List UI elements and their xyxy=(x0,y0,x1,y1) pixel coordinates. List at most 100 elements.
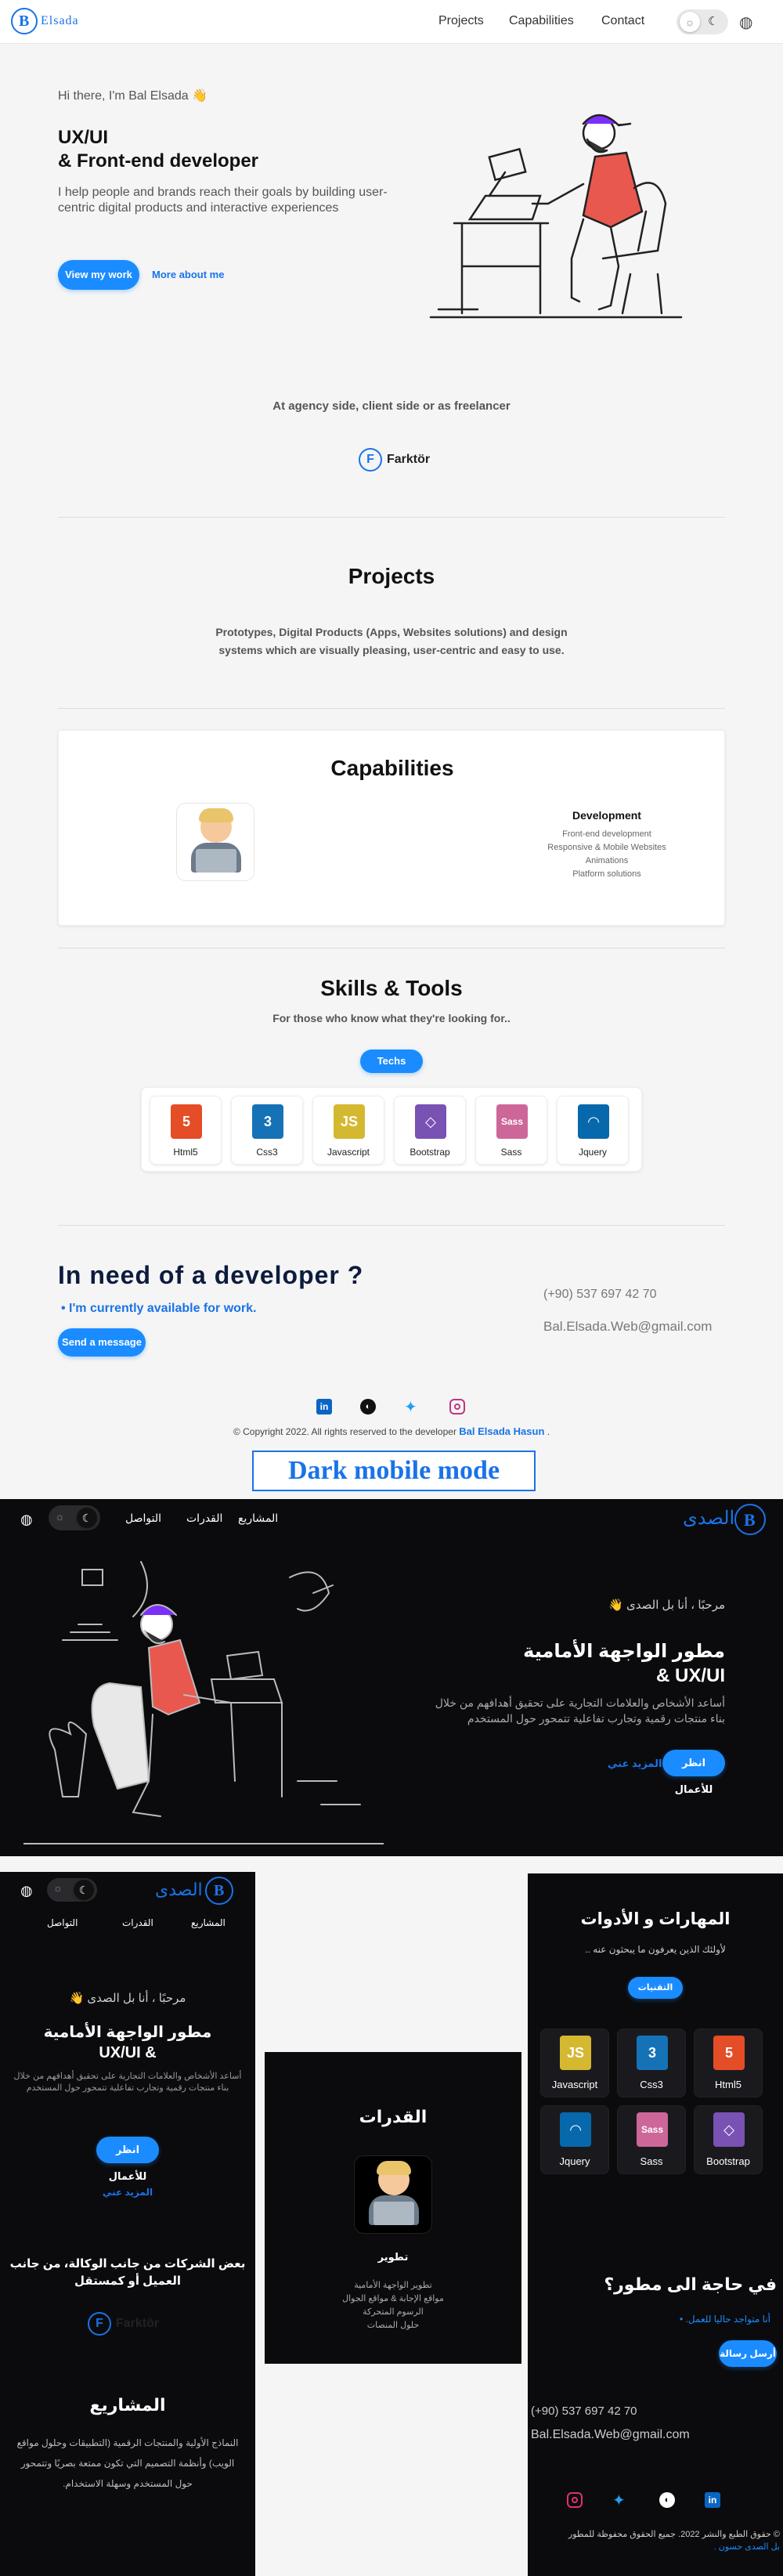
dark-mode-label: Dark mobile mode xyxy=(252,1451,536,1491)
theme-toggle[interactable]: ☼ ☾ xyxy=(47,1878,97,1902)
jquery-icon: ◠ xyxy=(560,2112,591,2147)
dark-mobile-preview-hero: ◍ ☼ ☾ الصدى B المشاريع القدرات التواصل م… xyxy=(0,1872,255,2576)
dark-mobile-preview-skills: المهارات و الأدوات لأولئك الذين يعرفون م… xyxy=(528,1873,783,2576)
author-link[interactable]: Bal Elsada Hasun xyxy=(459,1425,544,1437)
globe-icon[interactable]: ◍ xyxy=(739,13,752,32)
logo-icon[interactable]: B xyxy=(205,1877,233,1905)
github-icon[interactable]: ◐ xyxy=(360,1399,376,1414)
javascript-icon: JS xyxy=(560,2036,591,2070)
need-developer-ar: في حاجة الى مطور؟ xyxy=(604,2274,777,2294)
skills-heading-ar: المهارات و الأدوات xyxy=(580,1910,731,1928)
client-name: Farktör xyxy=(387,453,431,466)
email-address[interactable]: Bal.Elsada.Web@gmail.com xyxy=(531,2428,690,2442)
developer-illustration-dark xyxy=(23,1561,384,1844)
skills-subheading-ar: لأولئك الذين يعرفون ما يبحثون عنه .. xyxy=(585,1944,726,1955)
more-about-me-ar[interactable]: المزيد عني xyxy=(608,1758,662,1770)
twitter-icon[interactable]: ✦ xyxy=(404,1397,417,1417)
capability-item: Platform solutions xyxy=(572,869,641,879)
hero-title-2-ar: UX/UI & xyxy=(655,1665,725,1686)
projects-heading-ar: المشاريع xyxy=(89,2395,166,2415)
linkedin-icon[interactable]: in xyxy=(705,2492,720,2508)
bootstrap-icon: ◇ xyxy=(713,2112,745,2147)
tool-name: Javascript xyxy=(327,1147,370,1158)
send-message-button[interactable]: Send a message xyxy=(58,1328,146,1357)
moon-icon: ☾ xyxy=(77,1508,97,1528)
tool-name: Html5 xyxy=(173,1147,198,1158)
view-work-button[interactable]: View my work xyxy=(58,260,139,290)
brand-name[interactable]: Elsada xyxy=(41,14,79,28)
view-work-button-ar[interactable]: انظر للأعمال xyxy=(662,1750,725,1795)
phone-number[interactable]: (+90) 537 697 42 70 xyxy=(531,2404,637,2418)
projects-desc-ar: النماذج الأولية والمنتجات الرقمية (التطب… xyxy=(16,2437,239,2489)
nav-capabilities-ar[interactable]: القدرات xyxy=(122,1917,153,1928)
capability-list-ar: تطوير الواجهة الأمامية مواقع الإجابة & م… xyxy=(265,2279,521,2332)
email-address[interactable]: Bal.Elsada.Web@gmail.com xyxy=(543,1319,712,1335)
developer-emoji-icon xyxy=(176,803,254,881)
brand-name-ar[interactable]: الصدى xyxy=(683,1507,734,1530)
capabilities-heading-ar: القدرات xyxy=(359,2107,428,2126)
agency-heading: At agency side, client side or as freela… xyxy=(272,399,511,413)
nav-contact-ar[interactable]: التواصل xyxy=(47,1917,78,1928)
tool-tile: ◇ Bootstrap xyxy=(694,2105,763,2174)
dark-mobile-preview-capabilities: القدرات تطوير xyxy=(265,2052,521,2279)
hero-greeting-ar: مرحبًا ، أنا بل الصدى 👋 xyxy=(608,1599,725,1612)
techs-tab-ar[interactable]: التقنيات xyxy=(628,1977,683,1999)
nav-capabilities-ar[interactable]: القدرات xyxy=(186,1512,222,1525)
availability-ar-text: أنا متواجد حاليا للعمل. xyxy=(685,2314,770,2325)
hero-greeting: Hi there, I'm Bal Elsada 👋 xyxy=(58,89,208,103)
capability-list: Front-end development Responsive & Mobil… xyxy=(513,828,701,881)
css3-icon: 3 xyxy=(252,1104,283,1139)
nav-contact[interactable]: Contact xyxy=(601,14,644,28)
tool-name: Jquery xyxy=(578,1147,608,1158)
instagram-icon[interactable] xyxy=(567,2492,583,2508)
more-about-me-link[interactable]: More about me xyxy=(152,269,224,280)
dark-mobile-capability-list: تطوير الواجهة الأمامية مواقع الإجابة & م… xyxy=(265,2279,521,2364)
tool-tile: ◠ Jquery xyxy=(557,1096,629,1165)
hero-title-2-ar: UX/UI & xyxy=(99,2044,157,2061)
send-message-ar[interactable]: أرسل رسالة xyxy=(719,2340,777,2367)
techs-tab[interactable]: Techs xyxy=(360,1050,423,1073)
nav-projects-ar[interactable]: المشاريع xyxy=(238,1512,278,1525)
logo-icon[interactable]: B xyxy=(11,8,38,34)
tool-name: Bootstrap xyxy=(410,1147,450,1158)
nav-capabilities[interactable]: Capabilities xyxy=(509,14,574,28)
tool-tile: JS Javascript xyxy=(312,1096,384,1165)
hero-desc-ar-1: أساعد الأشخاص والعلامات التجارية على تحق… xyxy=(13,2072,242,2081)
top-nav: B Elsada Projects Capabilities Contact ☼… xyxy=(0,0,783,44)
author-link-ar[interactable]: بل الصدى حسون . xyxy=(531,2541,780,2553)
projects-desc-2: systems which are visually pleasing, use… xyxy=(218,644,565,656)
view-work-button-ar[interactable]: انظر للأعمال xyxy=(96,2137,159,2182)
nav-projects[interactable]: Projects xyxy=(438,14,484,28)
sass-icon: Sass xyxy=(496,1104,528,1139)
theme-toggle[interactable]: ☼ ☾ xyxy=(49,1505,100,1530)
tool-tile: Sass Sass xyxy=(617,2105,686,2174)
divider xyxy=(58,517,725,518)
tool-name: Bootstrap xyxy=(706,2155,750,2167)
copyright-text: © Copyright 2022. All rights reserved to… xyxy=(233,1426,456,1437)
tool-tile: ◇ Bootstrap xyxy=(394,1096,466,1165)
phone-number[interactable]: (+90) 537 697 42 70 xyxy=(543,1288,657,1302)
tool-name: Jquery xyxy=(559,2155,590,2167)
globe-icon[interactable]: ◍ xyxy=(20,1883,33,1899)
availability-ar: أنا متواجد حاليا للعمل. • xyxy=(680,2314,770,2325)
hero-desc-ar-2: بناء منتجات رقمية وتجارب تفاعلية تتمحور … xyxy=(26,2083,229,2093)
github-icon[interactable]: ◐ xyxy=(659,2492,675,2508)
tool-tile: 5 Html5 xyxy=(150,1096,222,1165)
tools-card: 5 Html5 3 Css3 JS Javascript ◇ Bootstrap Sass Sas… xyxy=(141,1087,642,1172)
brand-name-ar[interactable]: الصدى xyxy=(155,1880,203,1900)
hero-title-1-ar: مطور الواجهة الأمامية xyxy=(43,2024,212,2041)
divider xyxy=(58,708,725,709)
developer-emoji-icon xyxy=(354,2155,432,2234)
logo-icon[interactable]: B xyxy=(734,1504,766,1535)
nav-projects-ar[interactable]: المشاريع xyxy=(191,1917,226,1928)
nav-contact-ar[interactable]: التواصل xyxy=(125,1512,161,1525)
globe-icon[interactable]: ◍ xyxy=(20,1512,33,1528)
theme-toggle[interactable]: ☼ ☾ xyxy=(677,9,728,34)
skills-subheading: For those who know what they're looking … xyxy=(272,1012,511,1024)
projects-desc-1: Prototypes, Digital Products (Apps, Webs… xyxy=(215,626,568,638)
twitter-icon[interactable]: ✦ xyxy=(612,2491,626,2510)
linkedin-icon[interactable]: in xyxy=(316,1399,332,1414)
more-about-me-ar[interactable]: المزيد عني xyxy=(0,2187,255,2198)
instagram-icon[interactable] xyxy=(449,1399,465,1414)
client-name: Farktör xyxy=(116,2317,160,2330)
